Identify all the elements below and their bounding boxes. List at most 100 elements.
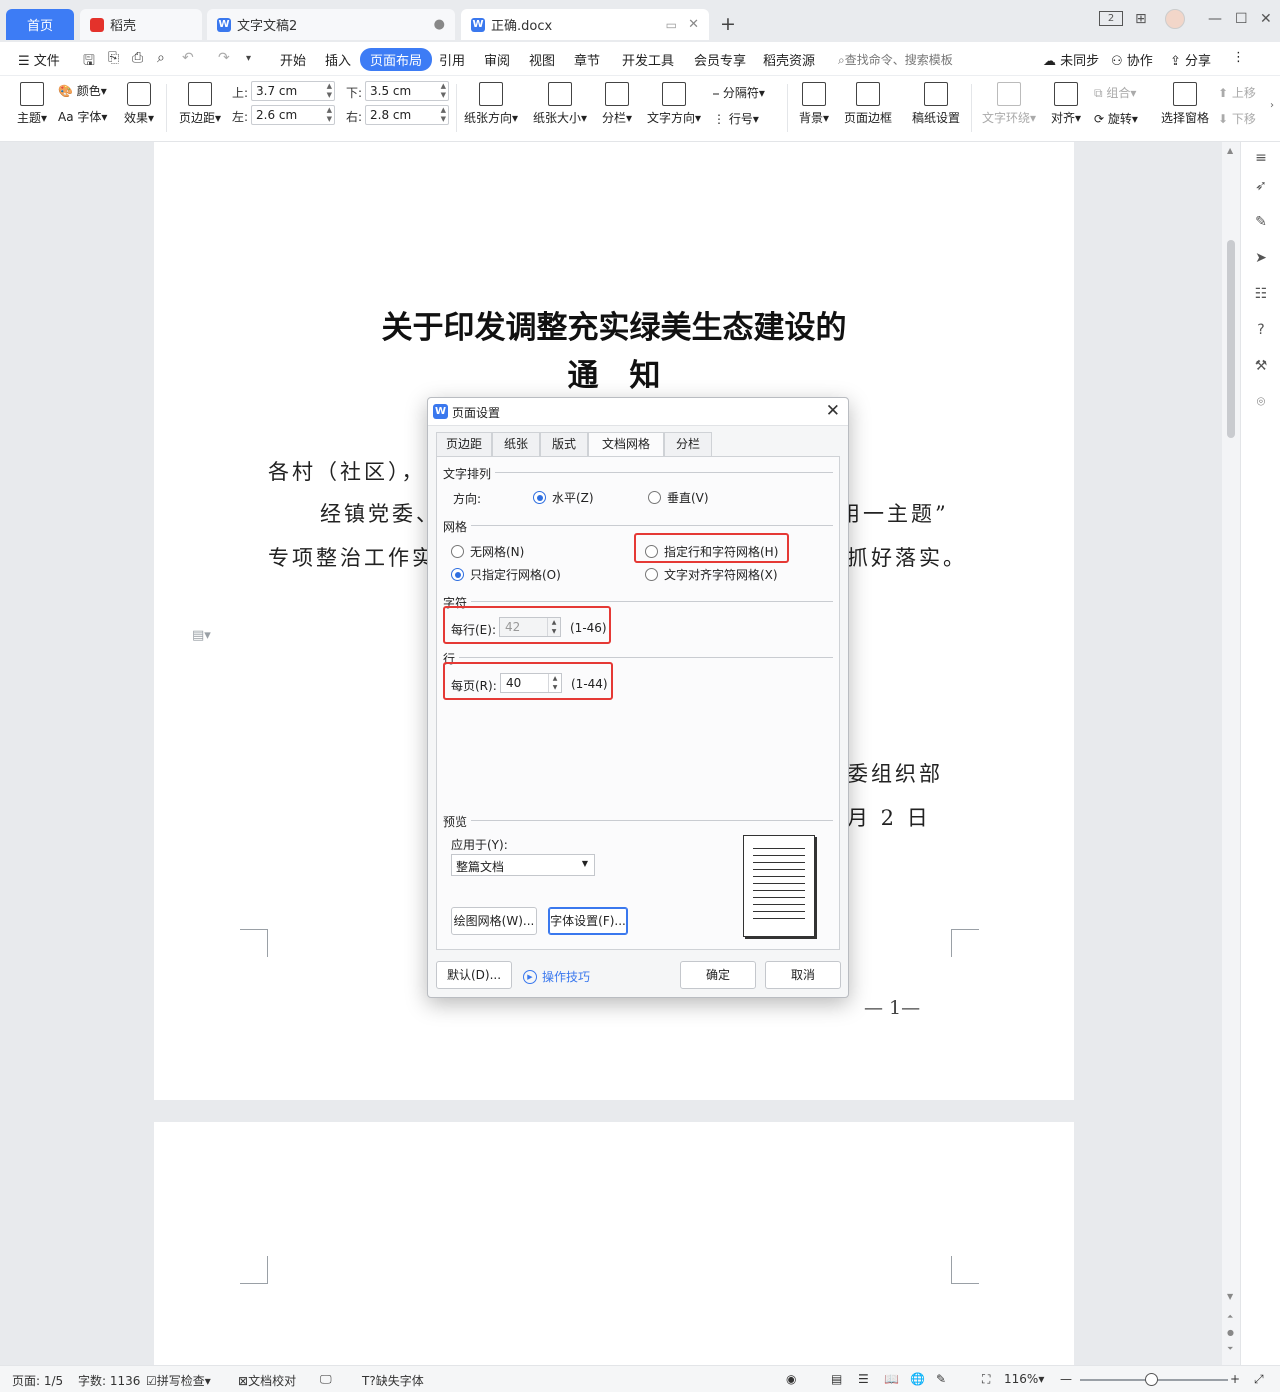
share-button[interactable]: ⇪ 分享 — [1170, 50, 1211, 69]
location-icon[interactable]: ⌾ — [1253, 394, 1269, 410]
tools-icon[interactable]: ⚒ — [1253, 358, 1269, 374]
no-grid-radio[interactable]: 无网格(N) — [451, 543, 524, 560]
text-direction-button[interactable]: 文字方向▾ — [645, 82, 703, 126]
drawing-grid-button[interactable]: 绘图网格(W)... — [451, 907, 537, 935]
menu-review[interactable]: 审阅 — [484, 50, 510, 69]
zoom-out-icon[interactable]: — — [1060, 1372, 1072, 1386]
group-button[interactable]: ⧉ 组合▾ — [1094, 84, 1150, 101]
command-search[interactable]: ⌕查找命令、搜索模板 — [838, 51, 953, 68]
avatar[interactable] — [1165, 9, 1185, 29]
pin-icon[interactable]: ▭ — [666, 18, 677, 32]
line-numbers-button[interactable]: ⋮ 行号▾ — [713, 110, 779, 127]
print-icon[interactable]: ⎙ — [132, 50, 143, 66]
menu-developer[interactable]: 开发工具 — [622, 50, 674, 69]
zoom-slider-handle[interactable] — [1145, 1373, 1158, 1386]
bring-forward-button[interactable]: ⬆ 上移 — [1218, 84, 1270, 101]
fullscreen-icon[interactable]: ⤢ — [1254, 1372, 1264, 1387]
word-count[interactable]: 字数: 1136 — [78, 1372, 140, 1389]
rocket-icon[interactable]: ➶ — [1253, 178, 1269, 194]
menu-docer-resources[interactable]: 稻壳资源 — [763, 50, 815, 69]
tab-docer[interactable]: 稻壳 — [80, 9, 202, 40]
menu-page-layout[interactable]: 页面布局 — [360, 48, 433, 71]
collaborate-button[interactable]: ⚇ 协作 — [1111, 50, 1153, 69]
web-view-icon[interactable]: 🌐 — [910, 1372, 925, 1386]
next-page-icon[interactable]: ⏷ — [1227, 1344, 1233, 1354]
margin-right-input[interactable]: 2.8 cm ▲ ▼ — [365, 105, 449, 125]
new-tab-icon[interactable]: + — [720, 13, 736, 35]
scroll-up-icon[interactable]: ▲ — [1227, 146, 1233, 155]
menu-view[interactable]: 视图 — [529, 50, 555, 69]
effect-button[interactable]: 效果▾ — [121, 82, 157, 126]
sync-status[interactable]: ☁ 未同步 — [1043, 50, 1099, 69]
menu-member[interactable]: 会员专享 — [694, 50, 746, 69]
reading-view-icon[interactable]: 📖 — [884, 1372, 899, 1386]
selection-pane-button[interactable]: 选择窗格 — [1158, 82, 1212, 126]
close-window-icon[interactable]: ✕ — [1260, 11, 1272, 27]
margin-left-input[interactable]: 2.6 cm ▲ ▼ — [251, 105, 335, 125]
tab-document-grid[interactable]: 文档网格 — [588, 432, 664, 457]
outline-view-icon[interactable]: ☰ — [858, 1372, 869, 1386]
rotate-button[interactable]: ⟳ 旋转▾ — [1094, 110, 1150, 127]
ok-button[interactable]: 确定 — [680, 961, 756, 989]
font-settings-button[interactable]: 字体设置(F)... — [548, 907, 628, 935]
menu-section[interactable]: 章节 — [574, 50, 600, 69]
margin-top-input[interactable]: 3.7 cm ▲ ▼ — [251, 81, 335, 101]
direction-horizontal-radio[interactable]: 水平(Z) — [533, 489, 594, 506]
spinner-icon[interactable]: ▲ ▼ — [327, 106, 332, 124]
tab-layout[interactable]: 版式 — [540, 432, 588, 456]
line-grid-only-radio[interactable]: 只指定行网格(O) — [451, 566, 561, 583]
menu-insert[interactable]: 插入 — [325, 50, 351, 69]
previous-page-icon[interactable]: ⏶ — [1227, 1312, 1233, 1322]
ribbon-scroll-right-icon[interactable]: › — [1270, 100, 1274, 111]
proofread-button[interactable]: ⊠文档校对 — [238, 1372, 296, 1389]
apply-to-select[interactable]: 整篇文档 ▼ — [451, 854, 595, 876]
close-tab-icon[interactable]: ✕ — [688, 17, 699, 32]
window-count-icon[interactable]: 2 — [1099, 11, 1123, 26]
manuscript-button[interactable]: 稿纸设置 — [910, 82, 962, 126]
unsaved-dot-icon[interactable]: ● — [434, 17, 445, 32]
tab-columns[interactable]: 分栏 — [664, 432, 712, 456]
scrollbar-thumb[interactable] — [1227, 240, 1235, 438]
spinner-icon[interactable]: ▲ ▼ — [441, 82, 446, 100]
fit-page-icon[interactable]: ⛶ — [982, 1372, 990, 1387]
redo-icon[interactable]: ↷ — [218, 50, 230, 66]
text-wrap-button[interactable]: 文字环绕▾ — [980, 82, 1038, 126]
cancel-button[interactable]: 取消 — [765, 961, 841, 989]
font-button[interactable]: Aa 字体▾ — [58, 108, 116, 125]
help-icon[interactable]: ? — [1253, 322, 1269, 338]
minimize-icon[interactable]: — — [1208, 11, 1222, 27]
more-icon[interactable]: ⋮ — [1232, 50, 1245, 65]
customize-chevron-icon[interactable]: ▾ — [246, 53, 251, 64]
zoom-in-icon[interactable]: + — [1230, 1372, 1240, 1386]
print-preview-icon[interactable]: ⌕ — [157, 50, 165, 66]
page-indicator[interactable]: 页面: 1/5 — [12, 1372, 63, 1389]
undo-icon[interactable]: ↶ — [182, 50, 194, 66]
tab-active-document[interactable]: W 正确.docx ▭ ✕ — [461, 9, 709, 40]
pen-icon[interactable]: ✎ — [1253, 214, 1269, 230]
file-menu[interactable]: ☰ 文件 — [18, 50, 60, 69]
align-button[interactable]: 对齐▾ — [1048, 82, 1084, 126]
background-button[interactable]: 背景▾ — [796, 82, 832, 126]
page-view-icon[interactable]: ▤ — [831, 1372, 842, 1386]
spell-check-toggle[interactable]: ☑拼写检查▾ — [146, 1372, 211, 1389]
spinner-icon[interactable]: ▲ ▼ — [441, 106, 446, 124]
maximize-icon[interactable]: ☐ — [1235, 11, 1248, 27]
tab-margins[interactable]: 页边距 — [436, 432, 492, 456]
paper-size-button[interactable]: 纸张大小▾ — [531, 82, 589, 126]
zoom-level[interactable]: 116%▾ — [1004, 1372, 1044, 1386]
send-backward-button[interactable]: ⬇ 下移 — [1218, 110, 1270, 127]
margins-button[interactable]: 页边距▾ — [176, 82, 224, 126]
tab-document-2[interactable]: W 文字文稿2 ● — [207, 9, 455, 40]
sliders-icon[interactable]: ☷ — [1253, 286, 1269, 302]
display-icon[interactable]: 🖵 — [320, 1372, 332, 1387]
vertical-scrollbar[interactable]: ▲ ▼ ⏶ ● ⏷ — [1222, 142, 1240, 1365]
tips-link[interactable]: ▶ 操作技巧 — [523, 968, 590, 985]
tab-home[interactable]: 首页 — [6, 9, 74, 40]
write-mode-icon[interactable]: ✎ — [936, 1372, 946, 1386]
theme-button[interactable]: 主题▾ — [14, 82, 50, 126]
browse-object-icon[interactable]: ● — [1227, 1328, 1234, 1337]
spinner-icon[interactable]: ▲ ▼ — [327, 82, 332, 100]
cursor-icon[interactable]: ➤ — [1253, 250, 1269, 266]
direction-vertical-radio[interactable]: 垂直(V) — [648, 489, 709, 506]
close-dialog-icon[interactable]: ✕ — [826, 401, 840, 421]
